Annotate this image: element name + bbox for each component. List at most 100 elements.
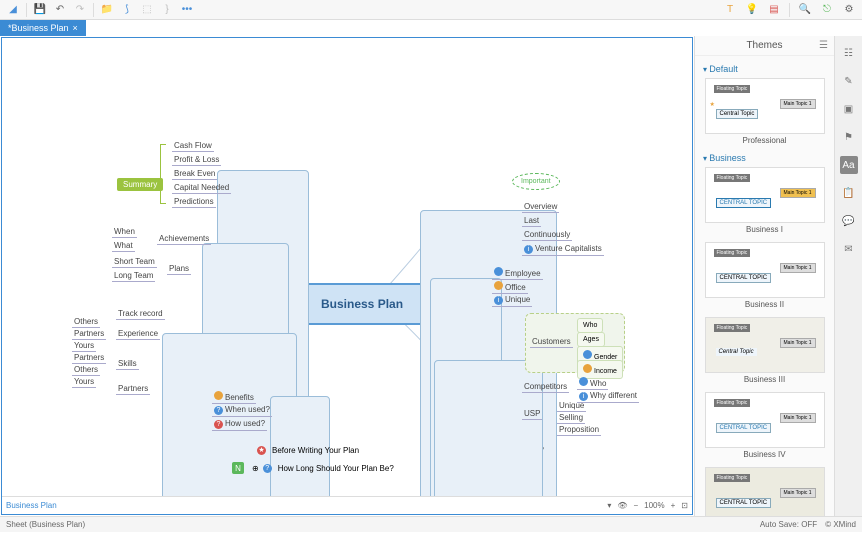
more-icon[interactable]: ••• [180, 3, 194, 17]
idea-icon[interactable]: 💡 [745, 3, 759, 17]
search-icon[interactable]: 🔍 [798, 3, 812, 17]
summary-tag[interactable]: Summary [117, 178, 163, 191]
sub-when[interactable]: When [112, 226, 137, 238]
filter-icon[interactable]: ▾ [607, 501, 611, 510]
sub-sk-partners[interactable]: Partners [72, 352, 106, 364]
zoom-level[interactable]: 100% [644, 501, 664, 510]
eye-icon[interactable]: 👁 [617, 501, 627, 510]
sub-vc[interactable]: iVenture Capitalists [522, 243, 604, 256]
breadcrumb[interactable]: Business Plan [6, 501, 57, 510]
canvas-bottom-bar: Business Plan ▾ 👁 − 100% + ⊡ [2, 496, 692, 514]
sub-usp-prop[interactable]: Proposition [557, 424, 601, 436]
theme-section-default[interactable]: Default [703, 64, 830, 74]
boundary-icon[interactable]: ⬚ [140, 3, 154, 17]
sub-continuously[interactable]: Continuously [522, 229, 572, 241]
settings-icon[interactable]: ⚙ [842, 3, 856, 17]
sub-longteam[interactable]: Long Team [112, 270, 155, 282]
sub-last[interactable]: Last [522, 215, 541, 227]
theme-thumb: Floating Topic Central Topic Main Topic … [705, 317, 825, 373]
document-tab[interactable]: *Business Plan × [0, 20, 86, 36]
sub-ages[interactable]: Ages [577, 332, 605, 347]
sub-what[interactable]: What [112, 240, 135, 252]
sub-plans[interactable]: Plans [167, 263, 191, 275]
sub-track[interactable]: Track record [116, 308, 165, 320]
themes-panel: Themes ☰ Default ★ Floating Topic Centra… [694, 36, 834, 516]
theme-business-2[interactable]: Floating Topic CENTRAL TOPIC Main Topic … [701, 242, 828, 309]
close-icon[interactable]: × [73, 23, 78, 33]
sub-usp[interactable]: USP [522, 408, 542, 420]
sub-experience[interactable]: Experience [116, 328, 160, 340]
theme-business-3[interactable]: Floating Topic Central Topic Main Topic … [701, 317, 828, 384]
central-topic[interactable]: Business Plan [297, 283, 427, 325]
sub-exp-others[interactable]: Others [72, 316, 100, 328]
theme-icon[interactable]: Aa [840, 156, 858, 174]
sub-whenused[interactable]: ?When used? [212, 404, 272, 417]
sub-competitors[interactable]: Competitors [522, 381, 569, 393]
marker-icon [214, 391, 223, 400]
sub-exp-partners[interactable]: Partners [72, 328, 106, 340]
themes-body[interactable]: Default ★ Floating Topic Central Topic M… [695, 56, 834, 516]
canvas-wrapper: Business Plan Financial Summary Cash Flo… [1, 37, 693, 515]
sub-skills[interactable]: Skills [116, 358, 139, 370]
sub-predictions[interactable]: Predictions [172, 196, 216, 208]
panel-menu-icon[interactable]: ☰ [819, 40, 828, 51]
sheet-label[interactable]: Sheet (Business Plan) [6, 520, 85, 529]
info-icon: i [494, 296, 503, 305]
share-icon[interactable]: ⎋ [820, 3, 834, 17]
fit-icon[interactable]: ⊡ [681, 501, 688, 510]
sub-achievements[interactable]: Achievements [157, 233, 211, 245]
sub-overview[interactable]: Overview [522, 201, 559, 213]
callout-important[interactable]: Important [512, 173, 560, 190]
sub-unique[interactable]: iUnique [492, 294, 532, 307]
redo-icon[interactable]: ↷ [73, 3, 87, 17]
sub-cashflow[interactable]: Cash Flow [172, 140, 214, 152]
question-icon: ? [263, 464, 272, 473]
sub-customers[interactable]: Customers [530, 336, 573, 348]
theme-business-4[interactable]: Floating Topic CENTRAL TOPIC Main Topic … [701, 392, 828, 459]
sub-pl[interactable]: Profit & Loss [172, 154, 221, 166]
summary-icon[interactable]: } [160, 3, 174, 17]
brush-icon[interactable]: ✎ [840, 72, 858, 90]
sub-partners-main[interactable]: Partners [116, 383, 150, 395]
relationship-icon[interactable]: ⟆ [120, 3, 134, 17]
detached-topic-2[interactable]: N ⊕ ? How Long Should Your Plan Be? [232, 462, 394, 474]
sub-employee[interactable]: Employee [492, 266, 543, 280]
sub-benefits[interactable]: Benefits [212, 390, 256, 404]
sub-howused[interactable]: ?How used? [212, 418, 267, 431]
style-icon[interactable]: ▤ [767, 3, 781, 17]
folder-icon[interactable]: 📁 [100, 3, 114, 17]
mindmap-canvas[interactable]: Business Plan Financial Summary Cash Flo… [2, 38, 692, 514]
comment-icon[interactable]: 💬 [840, 212, 858, 230]
image-icon[interactable]: ▣ [840, 100, 858, 118]
undo-icon[interactable]: ↶ [53, 3, 67, 17]
sub-sk-others[interactable]: Others [72, 364, 100, 376]
sub-shortteam[interactable]: Short Team [112, 256, 157, 268]
theme-business-5[interactable]: Floating Topic CENTRAL TOPIC Main Topic … [701, 467, 828, 516]
sub-office[interactable]: Office [492, 280, 528, 294]
sub-who[interactable]: Who [577, 318, 603, 333]
format-icon[interactable]: T [723, 3, 737, 17]
outline-icon[interactable]: ☷ [840, 44, 858, 62]
flag-icon[interactable]: ⚑ [840, 128, 858, 146]
theme-business-1[interactable]: Floating Topic CENTRAL TOPIC Main Topic … [701, 167, 828, 234]
zoom-controls: ▾ 👁 − 100% + ⊡ [607, 501, 688, 510]
sub-breakeven[interactable]: Break Even [172, 168, 217, 180]
person-icon [583, 350, 592, 359]
clipboard-icon[interactable]: 📋 [840, 184, 858, 202]
app-logo-icon[interactable]: ◢ [6, 3, 20, 17]
autosave-status[interactable]: Auto Save: OFF [760, 520, 817, 529]
mail-icon[interactable]: ✉ [840, 240, 858, 258]
sub-sk-yours[interactable]: Yours [72, 376, 96, 388]
sub-comp-who[interactable]: Who [577, 376, 608, 390]
zoom-out-icon[interactable]: − [633, 501, 638, 510]
sub-usp-unique[interactable]: Unique [557, 400, 586, 412]
zoom-in-icon[interactable]: + [671, 501, 676, 510]
detached-topic-1[interactable]: ★ Before Writing Your Plan [257, 446, 359, 455]
theme-professional[interactable]: ★ Floating Topic Central Topic Main Topi… [701, 78, 828, 145]
document-tabbar: *Business Plan × [0, 20, 862, 36]
save-icon[interactable]: 💾 [33, 3, 47, 17]
sub-exp-yours[interactable]: Yours [72, 340, 96, 352]
theme-section-business[interactable]: Business [703, 153, 830, 163]
sub-usp-selling[interactable]: Selling [557, 412, 585, 424]
sub-capital[interactable]: Capital Needed [172, 182, 231, 194]
